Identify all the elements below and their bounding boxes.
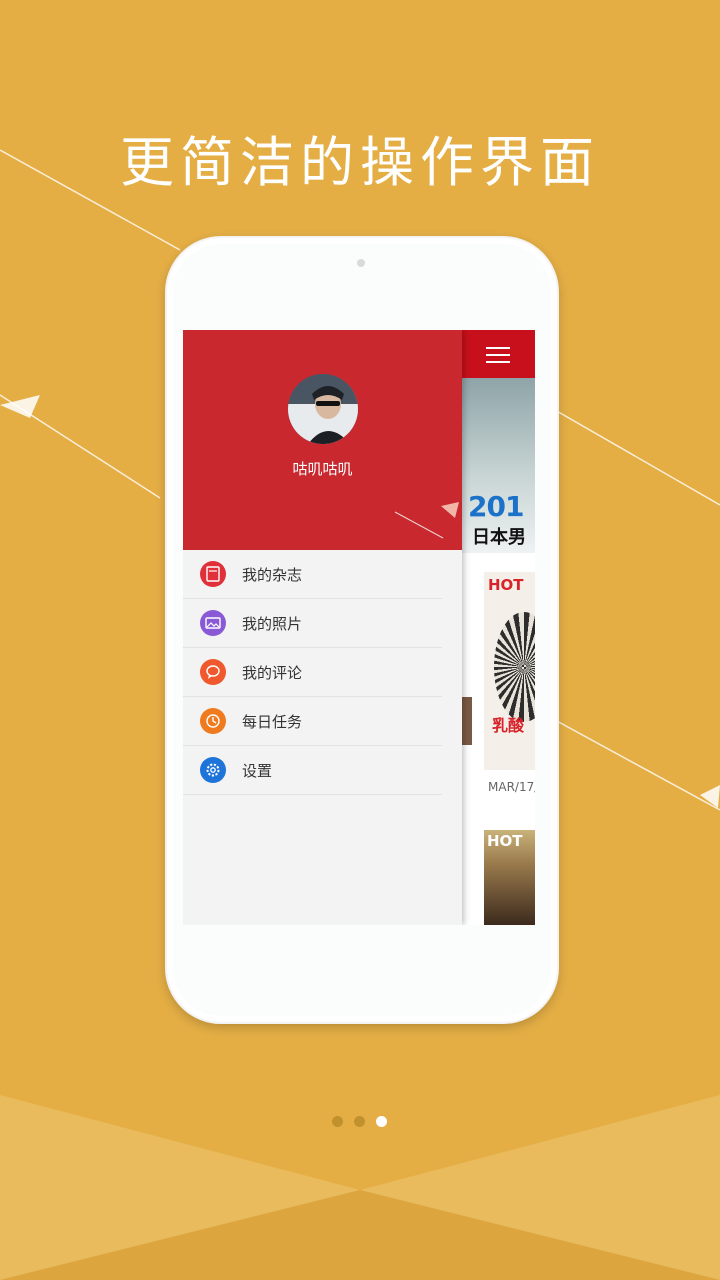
issue-date: MAR/17/ [488,780,535,794]
page-dot[interactable] [354,1116,365,1127]
photo-icon [200,610,226,636]
magazine-headline: 乳酸 [492,716,525,735]
navigation-drawer: 咕叽咕叽 我的杂志 我的照片 我的评论 每日任务 设置 [183,330,462,925]
menu-item-settings[interactable]: 设置 [183,746,442,795]
banner-subtitle: 日本男 [472,527,526,548]
page-dot-active[interactable] [376,1116,387,1127]
gear-icon [200,757,226,783]
magazine-cover[interactable]: HOT 乳酸 [484,572,535,770]
app-main-content: 201 日本男 HOT 乳酸 MAR/17/ HOT [462,330,535,925]
thumbnail-strip [462,697,472,745]
menu-label: 设置 [242,762,273,780]
header-decoration [394,502,459,539]
menu-item-my-photos[interactable]: 我的照片 [183,599,442,648]
drawer-header: 咕叽咕叽 [183,330,462,550]
menu-item-my-magazines[interactable]: 我的杂志 [183,550,442,599]
phone-camera [357,259,365,267]
featured-banner[interactable]: 201 日本男 [462,378,535,553]
page-headline: 更简洁的操作界面 [120,131,600,194]
magazine-icon [200,561,226,587]
magazine-cover-art [494,612,535,722]
clock-icon [200,708,226,734]
drawer-menu: 我的杂志 我的照片 我的评论 每日任务 设置 [183,550,462,795]
app-top-bar [462,330,535,378]
phone-screen: 201 日本男 HOT 乳酸 MAR/17/ HOT 咕叽咕叽 我的杂志 我的照… [183,330,535,925]
magazine-logo-2: HOT [487,832,523,850]
username: 咕叽咕叽 [292,460,353,478]
banner-title: 201 [468,490,524,523]
menu-label: 每日任务 [242,713,303,731]
menu-label: 我的评论 [242,664,303,682]
avatar-image [288,374,358,444]
menu-item-daily-tasks[interactable]: 每日任务 [183,697,442,746]
page-dot[interactable] [332,1116,343,1127]
magazine-cover-2[interactable]: HOT [484,830,535,925]
menu-label: 我的照片 [242,615,303,633]
magazine-logo: HOT [488,576,524,594]
avatar[interactable] [288,374,358,444]
comment-icon [200,659,226,685]
menu-label: 我的杂志 [242,566,303,584]
menu-item-my-comments[interactable]: 我的评论 [183,648,442,697]
